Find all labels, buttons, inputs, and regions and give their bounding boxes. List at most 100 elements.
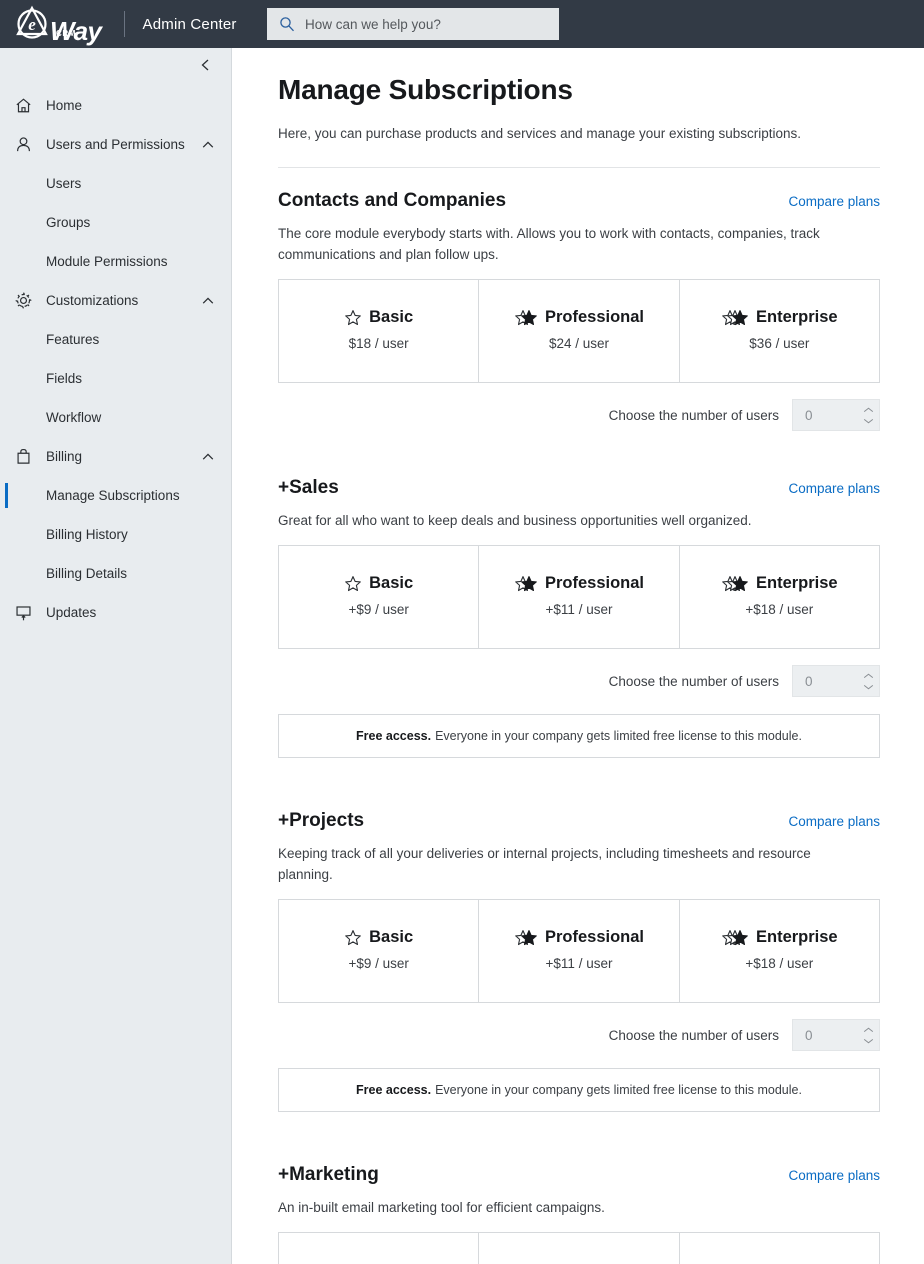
plan-card[interactable]: Basic +$9 / user: [279, 546, 480, 648]
users-count-row: Choose the number of users 0: [278, 399, 880, 431]
stepper-arrows[interactable]: [857, 407, 879, 424]
plan-price: +$11 / user: [545, 602, 613, 617]
subscription-sections: Contacts and Companies Compare plans The…: [278, 190, 880, 1264]
users-count-label: Choose the number of users: [608, 407, 779, 423]
chevron-down-icon: [863, 418, 873, 423]
sidebar-item-label: Module Permissions: [46, 254, 168, 269]
page-subtitle: Here, you can purchase products and serv…: [278, 126, 802, 141]
section-description: Keeping track of all your deliveries or …: [278, 846, 811, 882]
sidebar-item-fields[interactable]: Fields: [0, 359, 231, 398]
compare-plans-link[interactable]: Compare plans: [788, 481, 880, 496]
plan-tier-stars-icon: [344, 575, 362, 593]
plan-tier-stars-icon: [344, 309, 362, 327]
chevron-up-icon[interactable]: [201, 294, 231, 308]
subscription-section: +Marketing Compare plans An in-built ema…: [278, 1164, 880, 1264]
sidebar-item-billing-details[interactable]: Billing Details: [0, 554, 231, 593]
users-count-label: Choose the number of users: [608, 673, 779, 689]
sidebar-item-label: Billing: [46, 449, 83, 464]
sidebar-item-features[interactable]: Features: [0, 320, 231, 359]
plan-price: +$9 / user: [348, 602, 409, 617]
section-header: +Projects Compare plans: [278, 810, 880, 832]
users-count-stepper[interactable]: 0: [792, 665, 880, 697]
section-header: Contacts and Companies Compare plans: [278, 190, 880, 212]
chevron-down-icon: [863, 684, 873, 689]
users-count-stepper[interactable]: 0: [792, 399, 880, 431]
sidebar-item-label: Users and Permissions: [46, 137, 185, 152]
header-divider: [278, 167, 880, 168]
plan-card[interactable]: Professional +$11 / user: [479, 900, 680, 1002]
sidebar-item-billing-history[interactable]: Billing History: [0, 515, 231, 554]
sidebar-item-workflow[interactable]: Workflow: [0, 398, 231, 437]
sidebar-item-customizations[interactable]: Customizations: [0, 281, 231, 320]
plan-name-row: Basic: [344, 308, 413, 327]
chevron-up-icon[interactable]: [201, 138, 231, 152]
plan-card[interactable]: Enterprise $36 / user: [680, 280, 879, 382]
plan-tier-stars-icon: [514, 575, 538, 593]
sidebar-item-label: Billing Details: [46, 566, 128, 581]
plan-tier-stars-icon: [721, 929, 749, 947]
section-header: +Sales Compare plans: [278, 477, 880, 499]
compare-plans-link[interactable]: Compare plans: [788, 1168, 880, 1183]
plan-price: $24 / user: [548, 336, 610, 351]
sidebar-item-groups[interactable]: Groups: [0, 203, 231, 242]
sidebar-item-label: Home: [46, 98, 83, 113]
eway-crm-logo[interactable]: e Way CRM: [12, 4, 108, 44]
free-access-banner: Free access. Everyone in your company ge…: [278, 1068, 880, 1112]
plan-tier-stars-icon: [514, 929, 538, 947]
section-description: The core module everybody starts with. A…: [278, 226, 820, 262]
sidebar-item-billing[interactable]: Billing: [0, 437, 231, 476]
users-count-value: 0: [805, 407, 813, 423]
plan-tier-stars-icon: [721, 575, 749, 593]
sidebar-item-label: Customizations: [46, 293, 139, 308]
sidebar-item-home[interactable]: Home: [0, 86, 231, 125]
plan-name: Basic: [369, 308, 414, 326]
section-title: Contacts and Companies: [278, 190, 507, 211]
chevron-up-icon[interactable]: [201, 450, 231, 464]
plan-name: Professional: [544, 574, 645, 592]
users-count-label: Choose the number of users: [608, 1027, 779, 1043]
plan-name: Basic: [369, 574, 414, 592]
sidebar-item-users-and-permissions[interactable]: Users and Permissions: [0, 125, 231, 164]
sidebar-item-updates[interactable]: Updates: [0, 593, 231, 632]
plan-name: Enterprise: [756, 574, 838, 592]
monitor-upload-icon: [0, 603, 46, 622]
plan-card[interactable]: [279, 1233, 480, 1264]
sidebar: Home Users and Permissions Users Groups Modu…: [0, 48, 232, 1264]
plan-card-group: Basic $18 / user Professional $24 / user…: [278, 279, 880, 383]
sidebar-item-label: Billing History: [46, 527, 128, 542]
search-input[interactable]: How can we help you?: [267, 8, 559, 40]
plan-tier-stars-icon: [344, 929, 362, 947]
free-access-label: Free access.: [356, 729, 432, 743]
users-count-stepper[interactable]: 0: [792, 1019, 880, 1051]
bag-icon: [0, 447, 46, 466]
sidebar-nav-list: Home Users and Permissions Users Groups Modu…: [0, 86, 231, 632]
sidebar-item-users[interactable]: Users: [0, 164, 231, 203]
plan-card[interactable]: Professional +$11 / user: [479, 546, 680, 648]
plan-card[interactable]: Basic +$9 / user: [279, 900, 480, 1002]
plan-card[interactable]: Enterprise +$18 / user: [680, 546, 879, 648]
sidebar-item-manage-subscriptions[interactable]: Manage Subscriptions: [0, 476, 231, 515]
plan-card[interactable]: Enterprise +$18 / user: [680, 900, 879, 1002]
users-count-value: 0: [805, 673, 813, 689]
plan-card[interactable]: Professional $24 / user: [479, 280, 680, 382]
sidebar-item-label: Groups: [46, 215, 91, 230]
compare-plans-link[interactable]: Compare plans: [788, 814, 880, 829]
plan-name-row: Enterprise: [721, 308, 838, 327]
compare-plans-link[interactable]: Compare plans: [788, 194, 880, 209]
section-description: Great for all who want to keep deals and…: [278, 513, 752, 528]
plan-price: +$9 / user: [348, 956, 409, 971]
plan-card-group: Basic +$9 / user Professional +$11 / use…: [278, 899, 880, 1003]
plan-card[interactable]: Basic $18 / user: [279, 280, 480, 382]
plan-name-row: Professional: [514, 928, 644, 947]
plan-card[interactable]: [479, 1233, 680, 1264]
search-placeholder: How can we help you?: [305, 16, 441, 32]
sidebar-item-module-permissions[interactable]: Module Permissions: [0, 242, 231, 281]
topbar-divider: [123, 11, 125, 37]
stepper-arrows[interactable]: [857, 673, 879, 690]
stepper-arrows[interactable]: [857, 1027, 879, 1044]
sidebar-collapse-button[interactable]: [0, 48, 231, 86]
plan-card[interactable]: [680, 1233, 879, 1264]
plan-name-row: Basic: [344, 928, 413, 947]
top-bar: e Way CRM Admin Center How can we help y…: [0, 0, 924, 48]
plan-price: +$11 / user: [545, 956, 613, 971]
